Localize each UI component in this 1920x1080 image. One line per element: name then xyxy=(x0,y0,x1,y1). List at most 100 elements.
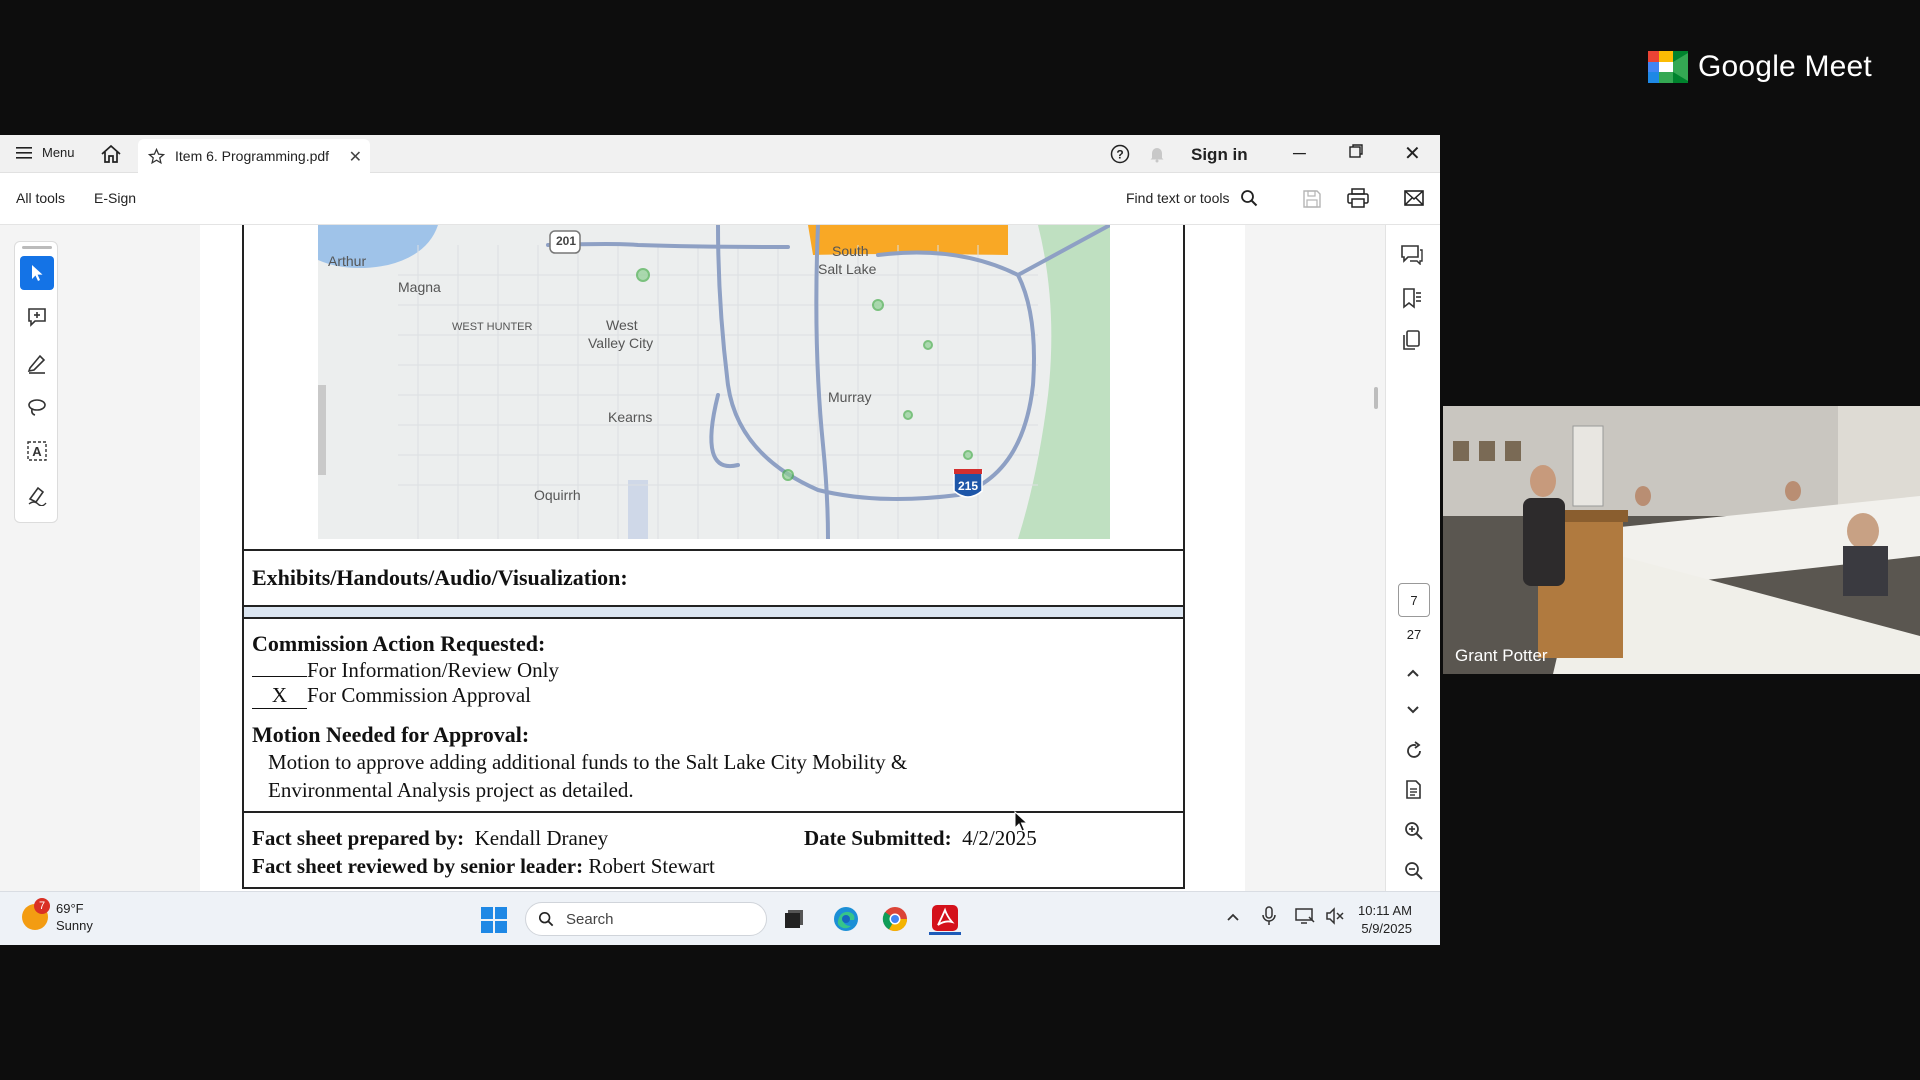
previous-page-icon[interactable] xyxy=(1406,665,1420,683)
close-tab-icon[interactable]: ✕ xyxy=(349,147,362,167)
menu-label: Menu xyxy=(42,145,75,160)
svg-text:A: A xyxy=(32,444,42,459)
star-icon[interactable] xyxy=(148,147,165,165)
all-tools-button[interactable]: All tools xyxy=(16,190,65,206)
prepared-by-label: Fact sheet prepared by: xyxy=(252,826,465,850)
search-icon xyxy=(1240,190,1257,207)
cursor-arrow-icon xyxy=(32,265,43,281)
edge-browser-icon[interactable] xyxy=(830,903,862,935)
mail-icon[interactable] xyxy=(1404,189,1424,212)
participant-video-tile[interactable]: Grant Potter xyxy=(1443,406,1920,674)
acrobat-titlebar: Menu Item 6. Programming.pdf ✕ ? Sign in… xyxy=(0,135,1440,173)
map-label-oquirrh: Oquirrh xyxy=(534,487,581,503)
windows-taskbar: 7 69°F Sunny Search 10:11 AM 5/9/2025 xyxy=(0,891,1440,945)
hamburger-icon xyxy=(16,146,32,159)
clock-date: 5/9/2025 xyxy=(1361,921,1412,936)
map-label-west-valley-2: Valley City xyxy=(588,335,654,351)
option-approval-label: For Commission Approval xyxy=(307,683,532,707)
page-display-icon[interactable] xyxy=(1404,780,1424,807)
restore-window-icon[interactable] xyxy=(1349,144,1363,163)
reviewed-by-row: Fact sheet reviewed by senior leader: Ro… xyxy=(252,854,715,879)
zoom-in-icon[interactable] xyxy=(1404,821,1424,846)
reviewed-by-label: Fact sheet reviewed by senior leader: xyxy=(252,854,584,878)
table-bottom-border xyxy=(244,887,1183,889)
network-icon[interactable] xyxy=(1295,906,1315,931)
option-review-label: For Information/Review Only xyxy=(307,658,559,682)
notification-bell-icon[interactable] xyxy=(1148,145,1166,168)
close-window-icon[interactable]: ✕ xyxy=(1404,141,1421,166)
tab-document[interactable]: Item 6. Programming.pdf ✕ xyxy=(138,139,370,173)
shared-screen: Menu Item 6. Programming.pdf ✕ ? Sign in… xyxy=(0,135,1440,945)
pdf-page: Arthur Magna WEST HUNTER West Valley Cit… xyxy=(200,225,1245,891)
comment-plus-icon xyxy=(28,308,46,327)
find-label: Find text or tools xyxy=(1126,190,1230,206)
add-comment-button[interactable] xyxy=(20,300,54,334)
taskbar-search[interactable]: Search xyxy=(525,902,767,936)
sign-tool-button[interactable] xyxy=(20,478,54,512)
lasso-icon xyxy=(28,399,46,416)
right-rail: 7 27 xyxy=(1385,225,1440,891)
find-text-button[interactable]: Find text or tools xyxy=(1126,189,1258,207)
menu-button[interactable]: Menu xyxy=(16,145,75,160)
comments-icon[interactable] xyxy=(1400,243,1424,270)
option-review: For Information/Review Only xyxy=(252,658,559,683)
home-button[interactable] xyxy=(100,144,122,164)
panel-grip[interactable] xyxy=(22,246,52,249)
current-page-input[interactable]: 7 xyxy=(1398,583,1430,617)
signature-pen-icon xyxy=(28,486,47,506)
windows-start-icon[interactable] xyxy=(481,907,507,938)
google-meet-label: Google Meet xyxy=(1698,50,1872,83)
minimize-icon[interactable]: ─ xyxy=(1293,143,1306,164)
map-label-route-201: 201 xyxy=(556,234,577,248)
chrome-browser-icon[interactable] xyxy=(879,903,911,935)
task-view-icon[interactable] xyxy=(778,903,810,935)
tab-title: Item 6. Programming.pdf xyxy=(175,148,330,164)
option-approval: X For Commission Approval xyxy=(252,683,531,709)
motion-line-2: Environmental Analysis project as detail… xyxy=(268,778,634,802)
weather-condition: Sunny xyxy=(56,918,93,933)
quick-tools-panel: A xyxy=(14,241,58,523)
select-tool-button[interactable] xyxy=(20,256,54,290)
map-label-south-salt-lake-1: South xyxy=(832,243,869,259)
system-clock[interactable]: 10:11 AM 5/9/2025 xyxy=(1358,902,1412,938)
total-pages-label: 27 xyxy=(1406,627,1422,642)
date-submitted-label: Date Submitted: xyxy=(804,826,952,850)
next-page-icon[interactable] xyxy=(1406,702,1420,720)
sign-in-button[interactable]: Sign in xyxy=(1191,145,1248,165)
option-review-mark xyxy=(252,676,307,677)
print-icon[interactable] xyxy=(1347,188,1369,213)
map-label-kearns: Kearns xyxy=(608,409,653,425)
google-meet-logo: Google Meet xyxy=(1648,50,1872,84)
zoom-out-icon[interactable] xyxy=(1404,861,1424,886)
document-viewer[interactable]: A Arthur Magna WEST HUNTER West Valley C… xyxy=(0,225,1440,891)
vertical-scrollbar[interactable] xyxy=(1374,387,1378,409)
map-label-arthur: Arthur xyxy=(328,253,367,269)
draw-tool-button[interactable] xyxy=(20,390,54,424)
action-heading: Commission Action Requested: xyxy=(252,631,546,656)
google-meet-icon xyxy=(1648,51,1688,83)
clock-time: 10:11 AM xyxy=(1358,903,1412,918)
fact-sheet-table: Arthur Magna WEST HUNTER West Valley Cit… xyxy=(242,225,1185,889)
volume-muted-icon[interactable] xyxy=(1325,907,1345,930)
esign-button[interactable]: E-Sign xyxy=(94,190,136,206)
pen-icon xyxy=(27,354,46,374)
participant-name: Grant Potter xyxy=(1455,646,1548,665)
tray-overflow-chevron-icon[interactable] xyxy=(1226,909,1240,927)
save-icon[interactable] xyxy=(1302,189,1322,214)
highlight-tool-button[interactable] xyxy=(20,346,54,380)
help-icon[interactable]: ? xyxy=(1110,144,1130,169)
weather-sun-icon: 7 xyxy=(22,898,50,930)
mouse-cursor-icon xyxy=(1014,810,1030,838)
map-label-route-215: 215 xyxy=(958,479,979,493)
acrobat-toolbar: All tools E-Sign Find text or tools xyxy=(0,173,1440,225)
pages-thumbnail-icon[interactable] xyxy=(1400,329,1422,356)
motion-line-1: Motion to approve adding additional fund… xyxy=(268,750,908,774)
text-tool-button[interactable]: A xyxy=(20,434,54,468)
microphone-icon[interactable] xyxy=(1262,906,1276,931)
weather-widget[interactable]: 7 69°F Sunny xyxy=(22,898,93,934)
acrobat-taskbar-icon[interactable] xyxy=(929,903,961,935)
bookmarks-icon[interactable] xyxy=(1400,287,1422,314)
rotate-icon[interactable] xyxy=(1404,741,1424,766)
prepared-by-value: Kendall Draney xyxy=(474,826,609,850)
participant-video-frame xyxy=(1443,406,1920,674)
